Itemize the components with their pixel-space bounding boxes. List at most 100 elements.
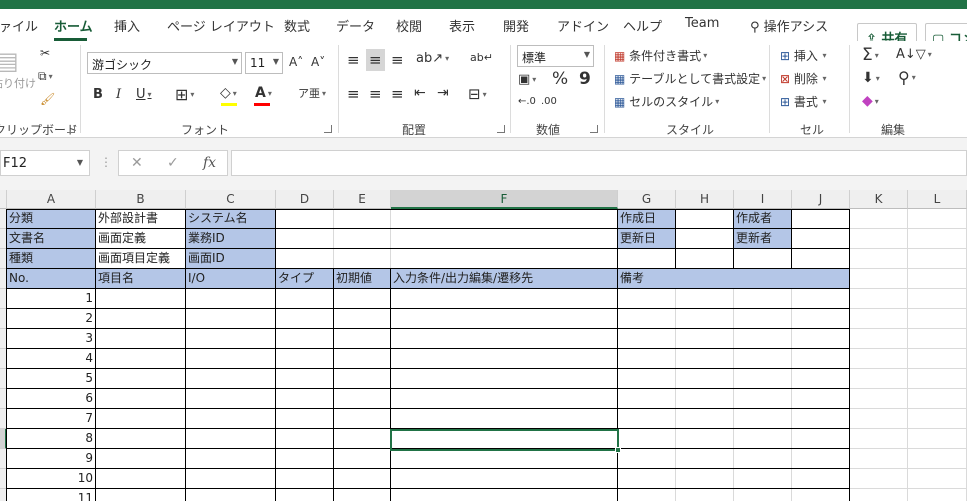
comma-style-button[interactable]: 9	[579, 69, 591, 89]
meta-value[interactable]	[792, 209, 850, 229]
column-header-g[interactable]: G	[618, 190, 676, 209]
select-all-corner[interactable]	[0, 190, 7, 209]
formula-input[interactable]	[231, 150, 967, 176]
align-left-button[interactable]: ≡	[347, 85, 360, 103]
tab-view[interactable]: 表示	[449, 16, 475, 35]
selected-cell[interactable]	[390, 429, 619, 451]
conditional-formatting-button[interactable]: ▦ 条件付き書式 ▾	[614, 47, 707, 64]
column-header-e[interactable]: E	[334, 190, 391, 209]
increase-indent-button[interactable]: ⇥	[437, 85, 449, 101]
autosum-button[interactable]: Σ ▾	[862, 45, 879, 65]
clear-button[interactable]: ◆ ▾	[862, 93, 879, 109]
paste-button[interactable]: ▤ 貼り付け	[0, 47, 36, 91]
row-number[interactable]: 9	[7, 449, 96, 469]
number-format-select[interactable]: 標準 ▼	[517, 45, 594, 67]
table-header[interactable]: 備考	[618, 269, 850, 289]
number-launcher[interactable]	[590, 125, 598, 133]
tab-file[interactable]: ファイル	[0, 16, 38, 35]
format-as-table-button[interactable]: ▦ テーブルとして書式設定 ▾	[614, 70, 766, 87]
meta-value[interactable]: 外部設計書	[96, 209, 186, 229]
sort-filter-button[interactable]: A↓▽ ▾	[896, 47, 932, 62]
meta-value[interactable]	[676, 209, 734, 229]
alignment-launcher[interactable]	[497, 125, 505, 133]
font-name-select[interactable]: 游ゴシック ▼	[87, 52, 242, 74]
splitter-handle[interactable]: ⋮	[100, 155, 112, 169]
merge-center-button[interactable]: ⊟ ▾	[468, 85, 487, 103]
meta-value[interactable]	[792, 229, 850, 249]
table-header[interactable]: 初期値	[334, 269, 391, 289]
delete-cells-button[interactable]: ⊠ 削除 ▾	[780, 70, 826, 87]
tab-insert[interactable]: 挿入	[114, 16, 140, 35]
decrease-decimal-button[interactable]: .00	[541, 96, 557, 107]
column-header-a[interactable]: A	[7, 190, 96, 209]
meta-label[interactable]: 分類	[7, 209, 96, 229]
fill-button[interactable]: ⬇ ▾	[862, 70, 880, 86]
name-box[interactable]: F12 ▼	[0, 150, 90, 176]
row-number[interactable]: 8	[7, 429, 96, 449]
bold-button[interactable]: B	[93, 87, 103, 102]
table-header[interactable]: I/O	[186, 269, 276, 289]
row-number[interactable]: 4	[7, 349, 96, 369]
column-header-j[interactable]: J	[792, 190, 850, 209]
borders-button[interactable]: ⊞ ▾	[175, 85, 194, 104]
meta-label[interactable]: 作成日	[618, 209, 676, 229]
meta-label[interactable]: 更新日	[618, 229, 676, 249]
column-header-d[interactable]: D	[276, 190, 334, 209]
tab-developer[interactable]: 開発	[503, 16, 529, 35]
percent-button[interactable]: %	[552, 69, 568, 89]
tab-help[interactable]: ヘルプ	[623, 16, 662, 35]
cancel-icon[interactable]: ✕	[131, 155, 143, 171]
table-header[interactable]: 項目名	[96, 269, 186, 289]
accounting-format-button[interactable]: ▣ ▾	[518, 72, 536, 87]
tab-addins[interactable]: アドイン	[557, 16, 609, 35]
insert-function-icon[interactable]: fx	[203, 155, 216, 171]
align-center-button[interactable]: ≡	[369, 85, 382, 103]
column-header-f[interactable]: F	[391, 190, 618, 209]
increase-decimal-button[interactable]: ←.0	[518, 96, 536, 107]
find-select-button[interactable]: ⚲ ▾	[898, 68, 916, 87]
meta-label[interactable]: 画面ID	[186, 249, 276, 269]
clipboard-launcher[interactable]	[67, 125, 75, 133]
fill-color-button[interactable]: ◇ ▾	[220, 85, 237, 101]
decrease-indent-button[interactable]: ⇤	[414, 85, 426, 101]
tab-page-layout[interactable]: ページ レイアウト	[167, 16, 275, 35]
phonetic-button[interactable]: ア亜 ▾	[298, 85, 326, 101]
format-cells-button[interactable]: ⊞ 書式 ▾	[780, 93, 826, 110]
column-header-b[interactable]: B	[96, 190, 186, 209]
align-middle-button[interactable]: ≡	[366, 49, 385, 71]
row-number[interactable]: 1	[7, 289, 96, 309]
meta-label[interactable]: 作成者	[734, 209, 792, 229]
row-number[interactable]: 6	[7, 389, 96, 409]
font-color-button[interactable]: A ▾	[255, 85, 272, 101]
orientation-button[interactable]: ab↗ ▾	[416, 51, 449, 66]
confirm-icon[interactable]: ✓	[167, 155, 179, 171]
meta-value[interactable]: 画面項目定義	[96, 249, 186, 269]
tell-me-search[interactable]: ⚲ 操作アシス	[750, 16, 828, 35]
column-header-l[interactable]: L	[908, 190, 967, 209]
align-top-button[interactable]: ≡	[347, 51, 360, 69]
meta-label[interactable]: 更新者	[734, 229, 792, 249]
column-header-c[interactable]: C	[186, 190, 276, 209]
row-number[interactable]: 3	[7, 329, 96, 349]
column-header-h[interactable]: H	[676, 190, 734, 209]
meta-label[interactable]: 業務ID	[186, 229, 276, 249]
meta-label[interactable]: 文書名	[7, 229, 96, 249]
row-number[interactable]: 5	[7, 369, 96, 389]
font-launcher[interactable]	[324, 125, 332, 133]
cell-styles-button[interactable]: ▦ セルのスタイル ▾	[614, 93, 719, 110]
decrease-font-button[interactable]: A˅	[311, 55, 325, 69]
meta-value[interactable]: 画面定義	[96, 229, 186, 249]
row-number[interactable]: 10	[7, 469, 96, 489]
font-size-select[interactable]: 11 ▼	[245, 52, 283, 74]
tab-formulas[interactable]: 数式	[284, 16, 310, 35]
align-right-button[interactable]: ≡	[391, 85, 404, 103]
underline-button[interactable]: U ▾	[136, 87, 152, 102]
column-header-i[interactable]: I	[734, 190, 792, 209]
meta-label[interactable]: システム名	[186, 209, 276, 229]
increase-font-button[interactable]: A˄	[289, 55, 303, 69]
tab-review[interactable]: 校閲	[396, 16, 422, 35]
table-header[interactable]: No.	[7, 269, 96, 289]
align-bottom-button[interactable]: ≡	[391, 51, 404, 69]
row-number[interactable]: 11	[7, 489, 96, 501]
row-number[interactable]: 7	[7, 409, 96, 429]
